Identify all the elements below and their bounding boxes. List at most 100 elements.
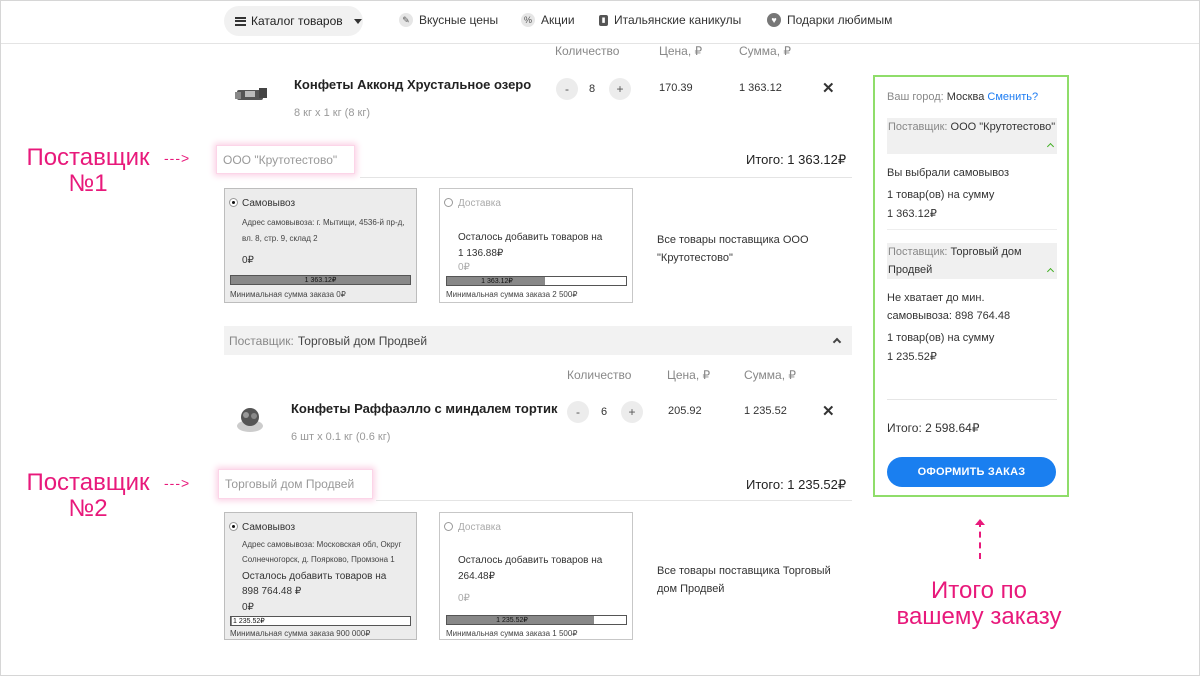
radio-unselected-icon[interactable] <box>444 522 453 531</box>
min-order-text: Минимальная сумма заказа 1 500₽ <box>446 629 578 638</box>
product-image <box>235 88 267 100</box>
nav-link-label: Вкусные цены <box>419 13 499 27</box>
supplier-1-status: Вы выбрали самовывоз <box>887 167 1010 179</box>
remove-item-icon[interactable]: ✕ <box>822 79 835 97</box>
supplier-label: Поставщик: <box>888 246 948 258</box>
annotation-arrow: ---> <box>164 475 191 491</box>
nav-link-label: Акции <box>541 13 575 27</box>
chevron-up-icon[interactable] <box>1046 267 1055 276</box>
delivery-remaining: Осталось добавить товаров на 1 136.88₽ <box>458 232 603 259</box>
radio-selected-icon[interactable] <box>229 522 238 531</box>
pickup-address: Адрес самовывоза: Московская обл, Округ … <box>242 540 402 564</box>
quantity-decrease-button[interactable]: - <box>567 401 589 423</box>
delivery-title: Доставка <box>458 522 501 533</box>
summary-supplier-2[interactable]: Поставщик: Торговый дом Продвей <box>887 243 1057 279</box>
product-image <box>237 408 263 432</box>
supplier-1-summary: 1 товар(ов) на сумму <box>887 189 995 201</box>
annotation-supplier-2: Поставщик №2 <box>26 469 150 522</box>
supplier-name-box: ООО "Крутотестово" <box>216 145 355 174</box>
pickup-title: Самовывоз <box>242 198 296 209</box>
progress-label: 1 363.12₽ <box>304 277 337 284</box>
chevron-up-icon[interactable] <box>832 337 842 347</box>
delivery-title: Доставка <box>458 198 501 209</box>
divider <box>887 399 1057 400</box>
quantity-value[interactable]: 6 <box>601 406 607 418</box>
pickup-amount: 0₽ <box>242 255 254 266</box>
product-name[interactable]: Конфеты Акконд Хрустальное озеро <box>294 77 531 92</box>
delivery-progress-bar: 1 363.12₽ <box>446 276 627 286</box>
quantity-decrease-button[interactable]: - <box>556 78 578 100</box>
annotation-arrow: ---> <box>164 150 191 166</box>
order-summary-panel: Ваш город: Москва Сменить? Поставщик: ОО… <box>873 75 1069 497</box>
min-order-text: Минимальная сумма заказа 0₽ <box>230 290 346 299</box>
pickup-amount: 0₽ <box>242 602 254 613</box>
progress-label: 1 363.12₽ <box>481 278 513 285</box>
supplier-1-amount: 1 363.12₽ <box>887 208 937 220</box>
product-price: 205.92 <box>668 405 702 417</box>
price-header: Цена, ₽ <box>659 44 703 58</box>
tag-icon: ✎ <box>399 13 413 27</box>
nav-link-tasty-prices[interactable]: ✎ Вкусные цены <box>399 13 498 27</box>
supplier-total: Итого: 1 235.52₽ <box>746 477 847 492</box>
menu-icon <box>235 16 246 26</box>
supplier-band-name: Торговый дом Продвей <box>297 333 428 348</box>
progress-label: 1 235.52₽ <box>233 618 265 625</box>
change-city-link[interactable]: Сменить? <box>987 91 1038 103</box>
nav-link-label: Подарки любимым <box>787 13 893 27</box>
min-order-text: Минимальная сумма заказа 900 000₽ <box>230 629 371 638</box>
quantity-increase-button[interactable]: + <box>621 401 643 423</box>
quantity-value[interactable]: 8 <box>589 83 595 95</box>
summary-supplier-1[interactable]: Поставщик: ООО "Крутотестово" <box>887 118 1057 154</box>
supplier-name: ООО "Крутотестово" <box>950 121 1056 133</box>
sum-header: Сумма, ₽ <box>744 368 797 382</box>
pickup-option-card[interactable]: Самовывоз Адрес самовывоза: Московская о… <box>224 512 417 640</box>
annotation-dashed-line <box>979 521 981 559</box>
supplier-band-label: Поставщик: <box>229 333 294 348</box>
sum-header: Сумма, ₽ <box>739 44 792 58</box>
price-header: Цена, ₽ <box>667 368 711 382</box>
city-row: Ваш город: Москва Сменить? <box>887 91 1038 103</box>
supplier-header-band[interactable]: Поставщик: Торговый дом Продвей <box>224 326 852 355</box>
product-weight: 8 кг x 1 кг (8 кг) <box>294 107 370 119</box>
divider <box>887 229 1057 230</box>
delivery-progress-bar: 1 235.52₽ <box>446 615 627 625</box>
nav-link-gifts[interactable]: ♥ Подарки любимым <box>767 13 892 27</box>
product-price: 170.39 <box>659 82 693 94</box>
pickup-remaining: Осталось добавить товаров на 898 764.48 … <box>242 571 387 597</box>
radio-unselected-icon[interactable] <box>444 198 453 207</box>
catalog-button[interactable]: Каталог товаров <box>224 6 363 36</box>
order-total: Итого: 2 598.64₽ <box>887 421 980 435</box>
delivery-amount: 0₽ <box>458 262 470 273</box>
supplier-2-amount: 1 235.52₽ <box>887 351 937 363</box>
top-navigation: Каталог товаров ✎ Вкусные цены % Акции ▮… <box>0 0 1200 44</box>
catalog-label: Каталог товаров <box>251 14 343 28</box>
delivery-remaining: Осталось добавить товаров на 264.48₽ <box>458 555 603 582</box>
chevron-up-icon[interactable] <box>1046 142 1055 151</box>
all-supplier-goods-link[interactable]: Все товары поставщика Торговый дом Продв… <box>657 562 847 598</box>
delivery-option-card[interactable]: Доставка Осталось добавить товаров на 26… <box>439 512 633 640</box>
nav-link-promotions[interactable]: % Акции <box>521 13 575 27</box>
chevron-down-icon <box>353 18 362 24</box>
qty-header: Количество <box>567 368 632 382</box>
pickup-title: Самовывоз <box>242 522 296 533</box>
progress-label: 1 235.52₽ <box>496 617 528 624</box>
pickup-progress-bar: 1 363.12₽ <box>230 275 411 285</box>
percent-icon: % <box>521 13 535 27</box>
all-supplier-goods-link[interactable]: Все товары поставщика ООО "Крутотестово" <box>657 231 827 267</box>
supplier-total: Итого: 1 363.12₽ <box>746 152 847 167</box>
remove-item-icon[interactable]: ✕ <box>822 402 835 420</box>
nav-link-italian-holidays[interactable]: ▮ Итальянские каникулы <box>599 13 741 27</box>
product-name[interactable]: Конфеты Раффаэлло с миндалем тортик <box>291 401 557 416</box>
qty-header: Количество <box>555 44 620 58</box>
flag-icon: ▮ <box>599 14 608 26</box>
pickup-address: Адрес самовывоза: г. Мытищи, 4536-й пр-д… <box>242 218 405 243</box>
product-sum: 1 363.12 <box>739 82 782 94</box>
min-order-text: Минимальная сумма заказа 2 500₽ <box>446 290 578 299</box>
delivery-option-card[interactable]: Доставка Осталось добавить товаров на 1 … <box>439 188 633 303</box>
city-value: Москва <box>946 91 985 103</box>
delivery-amount: 0₽ <box>458 593 470 604</box>
pickup-option-card[interactable]: Самовывоз Адрес самовывоза: г. Мытищи, 4… <box>224 188 417 303</box>
place-order-button[interactable]: ОФОРМИТЬ ЗАКАЗ <box>887 457 1056 487</box>
radio-selected-icon[interactable] <box>229 198 238 207</box>
quantity-increase-button[interactable]: + <box>609 78 631 100</box>
